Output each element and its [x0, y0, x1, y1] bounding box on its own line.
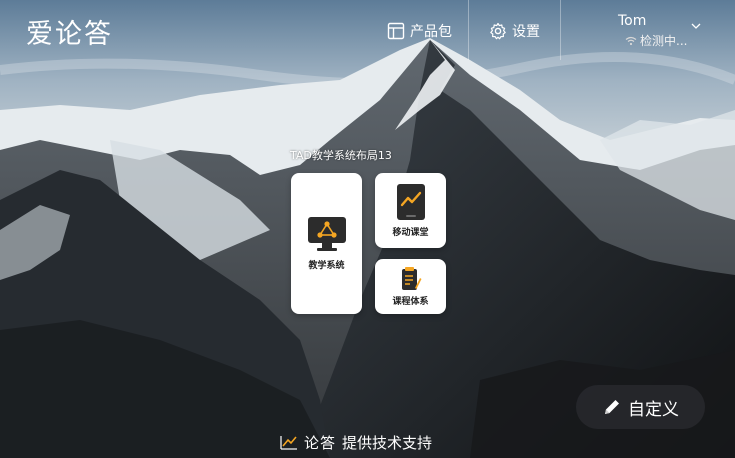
wifi-icon — [625, 36, 637, 45]
product-pack-button[interactable]: 产品包 — [387, 20, 452, 42]
layout-title: TAD教学系统布局13 — [290, 149, 392, 162]
nav-divider — [468, 0, 469, 60]
document-pen-icon — [401, 267, 421, 290]
card-label: 移动课堂 — [392, 228, 429, 238]
layout-icon — [387, 22, 405, 40]
footer-support-text: 提供技术支持 — [342, 433, 433, 452]
chevron-down-icon[interactable] — [690, 22, 702, 30]
nav-divider — [560, 0, 561, 60]
user-status: 检测中... — [625, 32, 687, 49]
settings-label: 设置 — [512, 24, 540, 40]
settings-button[interactable]: 设置 — [489, 20, 540, 42]
customize-button[interactable]: 自定义 — [576, 385, 705, 429]
top-bar: 爱论答 产品包 设置 Tom 检测中... — [0, 0, 735, 60]
user-name: Tom — [618, 13, 647, 29]
card-curriculum[interactable]: 课程体系 — [375, 259, 446, 314]
monitor-network-icon — [307, 217, 346, 251]
logo: 爱论答 — [26, 19, 113, 50]
footer-credit: 论答 提供技术支持 — [280, 431, 432, 453]
customize-label: 自定义 — [628, 399, 679, 420]
product-pack-label: 产品包 — [410, 24, 452, 40]
pencil-icon — [605, 400, 619, 414]
card-mobile-classroom[interactable]: 移动课堂 — [375, 173, 446, 248]
tablet-chart-icon — [396, 184, 425, 220]
footer-brand: 论答 — [304, 433, 337, 452]
card-label: 教学系统 — [308, 261, 345, 271]
card-teaching-system[interactable]: 教学系统 — [291, 173, 362, 314]
brand-mark-icon — [280, 436, 297, 450]
gear-icon — [490, 22, 506, 40]
card-label: 课程体系 — [392, 297, 429, 307]
user-status-text: 检测中... — [640, 34, 688, 48]
